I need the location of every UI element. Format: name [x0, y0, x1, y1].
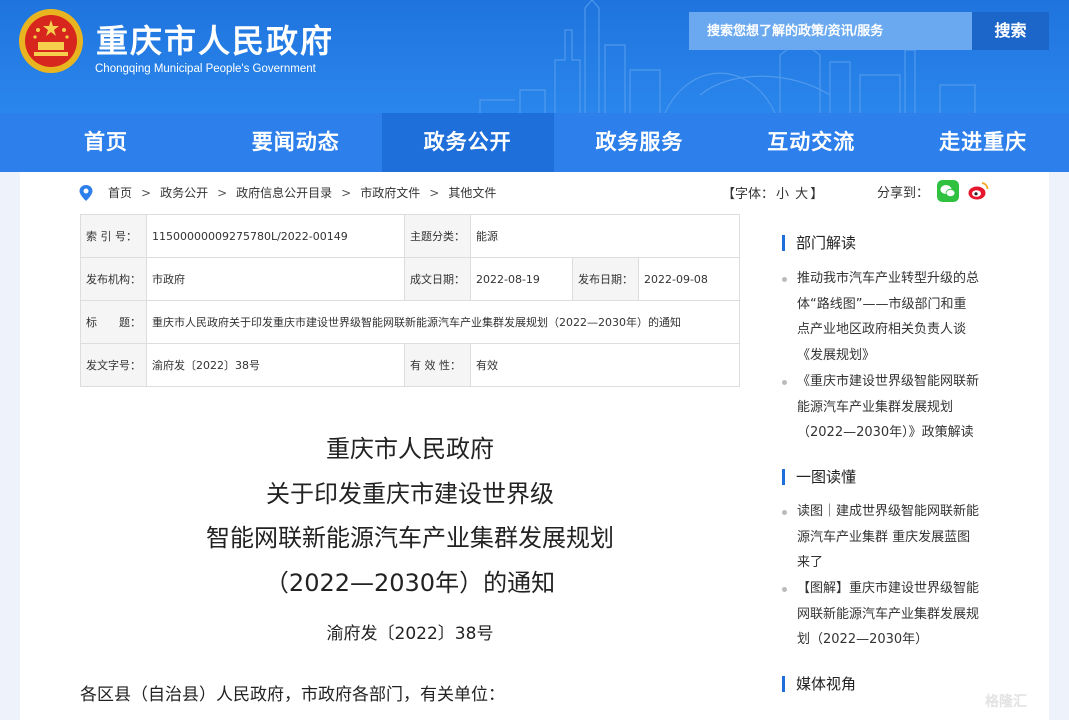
published-date-label: 发布日期：	[572, 257, 639, 301]
share-bar: 分享到：	[877, 180, 989, 202]
document-number: 渝府发〔2022〕38号	[326, 624, 494, 644]
sidebar-link-line: 来了	[797, 555, 824, 571]
breadcrumb-link-municipal-docs[interactable]: 市政府文件	[360, 184, 420, 201]
sidebar-link[interactable]: 《重庆市建设世界级智能网联新 能源汽车产业集群发展规划 （2022—2030年）…	[782, 369, 997, 446]
table-row: 索 引 号： 11500000009275780L/2022-00149 主题分…	[80, 214, 740, 258]
nav-item-news[interactable]: 要闻动态	[210, 113, 382, 172]
nav-item-home[interactable]: 首页	[0, 113, 210, 172]
sidebar-link-line: 能源汽车产业集群发展规划	[797, 399, 954, 415]
sidebar-link-line: 体“路线图”——市级部门和重	[797, 296, 967, 312]
sidebar-link-line: 【图解】重庆市建设世界级智能	[797, 581, 980, 596]
issuer-label: 发布机构：	[80, 257, 147, 301]
document-salutation: 各区县（自治县）人民政府，市政府各部门，有关单位：	[80, 685, 505, 705]
table-row: 发文字号： 渝府发〔2022〕38号 有 效 性： 有效	[80, 343, 740, 387]
sidebar-link-line: 《重庆市建设世界级智能网联新	[797, 374, 980, 389]
index-no-value: 11500000009275780L/2022-00149	[146, 214, 405, 258]
sidebar-link-line: 《发展规划》	[797, 348, 876, 364]
doc-no-value: 渝府发〔2022〕38号	[146, 343, 405, 387]
nav-item-gov-services[interactable]: 政务服务	[554, 113, 726, 172]
written-date-label: 成文日期：	[404, 257, 471, 301]
main-nav: 首页 要闻动态 政务公开 政务服务 互动交流 走进重庆	[0, 113, 1069, 172]
sidebar-section-title: 媒体视角	[796, 675, 857, 693]
nav-item-gov-affairs-public[interactable]: 政务公开	[381, 113, 554, 172]
document-title: 重庆市人民政府 关于印发重庆市建设世界级 智能网联新能源汽车产业集群发展规划 （…	[80, 427, 740, 605]
font-size-close: 】	[810, 187, 824, 202]
sidebar-link-line: 划（2022—2030年）	[797, 632, 929, 648]
bullet-dot	[782, 510, 787, 515]
topic-value: 能源	[470, 214, 740, 258]
sidebar-section-media: 媒体视角	[782, 673, 856, 694]
title-label: 标 题：	[80, 300, 147, 344]
sidebar-section-infographic: 一图读懂	[782, 466, 856, 487]
breadcrumb: 首页 > 政务公开 > 政府信息公开目录 > 市政府文件 > 其他文件	[78, 184, 496, 201]
breadcrumb-link-gov-affairs[interactable]: 政务公开	[160, 184, 208, 201]
breadcrumb-link-other-docs[interactable]: 其他文件	[448, 184, 496, 201]
section-accent-bar	[782, 675, 785, 692]
nav-item-interaction[interactable]: 互动交流	[725, 113, 897, 172]
document-title-line: 重庆市人民政府	[326, 435, 494, 463]
written-date-value: 2022-08-19	[470, 257, 573, 301]
table-row: 标 题： 重庆市人民政府关于印发重庆市建设世界级智能网联新能源汽车产业集群发展规…	[80, 300, 740, 344]
validity-label: 有 效 性：	[404, 343, 471, 387]
national-emblem-icon	[19, 9, 83, 73]
search-button[interactable]: 搜索	[972, 12, 1049, 50]
sidebar-link-line: 点产业地区政府相关负责人谈	[797, 322, 967, 338]
nav-item-about-chongqing[interactable]: 走进重庆	[897, 113, 1069, 172]
main-content: 首页 > 政务公开 > 政府信息公开目录 > 市政府文件 > 其他文件 【字体：…	[20, 172, 1049, 720]
share-label: 分享到：	[877, 185, 930, 201]
sidebar-link-line: 读图｜建成世界级智能网联新能	[797, 504, 980, 519]
validity-value: 有效	[470, 343, 740, 387]
site-title[interactable]: 重庆市人民政府	[96, 16, 334, 62]
breadcrumb-separator: >	[141, 185, 152, 200]
table-row: 发布机构： 市政府 成文日期： 2022-08-19 发布日期： 2022-09…	[80, 257, 740, 301]
font-size-small-button[interactable]: 小	[776, 187, 789, 202]
issuer-value: 市政府	[146, 257, 405, 301]
sidebar-link[interactable]: 读图｜建成世界级智能网联新能 源汽车产业集群 重庆发展蓝图 来了	[782, 499, 997, 576]
topic-label: 主题分类：	[404, 214, 471, 258]
sidebar-link-line: 推动我市汽车产业转型升级的总	[797, 271, 980, 286]
sidebar-link-line: （2022—2030年）》政策解读	[797, 425, 974, 441]
breadcrumb-link-home[interactable]: 首页	[108, 184, 132, 201]
bullet-dot	[782, 380, 787, 385]
sidebar-section-title: 部门解读	[796, 234, 857, 252]
breadcrumb-separator: >	[341, 185, 352, 200]
wechat-icon[interactable]	[937, 180, 960, 202]
sidebar-section-dept-interpretation: 部门解读	[782, 232, 856, 253]
breadcrumb-link-catalog[interactable]: 政府信息公开目录	[236, 184, 332, 201]
published-date-value: 2022-09-08	[638, 257, 740, 301]
site-subtitle: Chongqing Municipal People's Government	[95, 63, 316, 75]
sidebar-link[interactable]: 【图解】重庆市建设世界级智能 网联新能源汽车产业集群发展规 划（2022—203…	[782, 576, 997, 653]
bullet-dot	[782, 277, 787, 282]
index-no-label: 索 引 号：	[80, 214, 147, 258]
document-title-line: 关于印发重庆市建设世界级	[266, 479, 554, 508]
font-size-label: 【字体：	[722, 187, 775, 202]
site-header: 重庆市人民政府 Chongqing Municipal People's Gov…	[0, 0, 1069, 113]
sidebar-link[interactable]: 推动我市汽车产业转型升级的总 体“路线图”——市级部门和重 点产业地区政府相关负…	[782, 266, 997, 369]
document-title-line: 智能网联新能源汽车产业集群发展规划	[206, 524, 614, 553]
section-accent-bar	[782, 468, 785, 485]
bullet-dot	[782, 587, 787, 592]
search-input[interactable]	[689, 12, 972, 50]
font-size-large-button[interactable]: 大	[795, 187, 808, 202]
sidebar-link-line: 源汽车产业集群 重庆发展蓝图	[797, 529, 971, 545]
document-meta-table: 索 引 号： 11500000009275780L/2022-00149 主题分…	[80, 214, 740, 387]
weibo-icon[interactable]	[967, 180, 989, 202]
sidebar-link-line: 网联新能源汽车产业集群发展规	[797, 606, 980, 622]
document-title-line: （2022—2030年）的通知	[264, 568, 556, 597]
title-value: 重庆市人民政府关于印发重庆市建设世界级智能网联新能源汽车产业集群发展规划（202…	[146, 300, 740, 344]
location-pin-icon	[79, 184, 93, 201]
watermark: 格隆汇	[985, 694, 1027, 710]
font-size-switcher: 【字体：小 大】	[720, 183, 823, 202]
section-accent-bar	[782, 234, 785, 251]
breadcrumb-separator: >	[217, 185, 228, 200]
breadcrumb-separator: >	[429, 185, 440, 200]
doc-no-label: 发文字号：	[80, 343, 147, 387]
sidebar-section-title: 一图读懂	[796, 468, 857, 486]
